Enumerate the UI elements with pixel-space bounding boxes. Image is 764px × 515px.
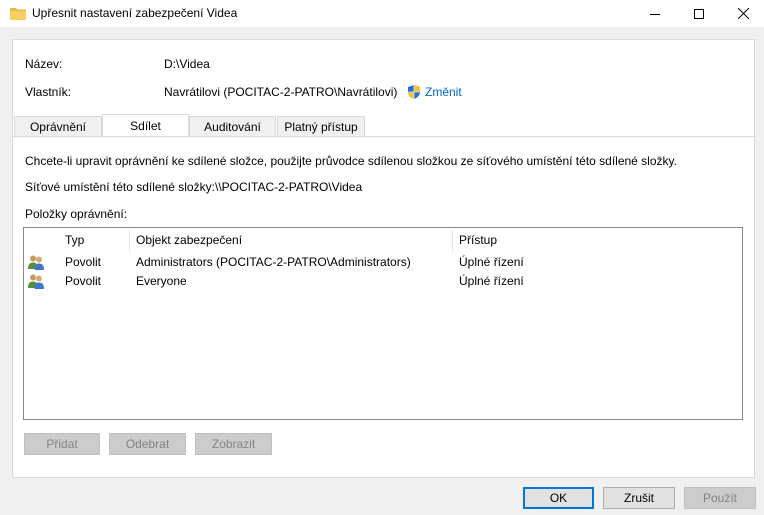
network-location-value: \\POCITAC-2-PATRO\Videa bbox=[215, 180, 363, 194]
column-header-access[interactable]: Přístup bbox=[459, 228, 497, 252]
maximize-icon bbox=[694, 8, 704, 19]
column-header-principal[interactable]: Objekt zabezpečení bbox=[136, 228, 242, 252]
column-separator[interactable] bbox=[452, 230, 453, 252]
tab-label: Platný přístup bbox=[284, 120, 358, 134]
user-group-icon bbox=[28, 274, 44, 289]
tab-label: Auditování bbox=[204, 120, 261, 134]
view-button[interactable]: Zobrazit bbox=[195, 433, 272, 455]
network-location-label: Síťové umístění této sdílené složky: bbox=[25, 180, 215, 194]
permission-entries-list[interactable]: Typ Objekt zabezpečení Přístup Povolit A… bbox=[23, 227, 743, 420]
minimize-button[interactable] bbox=[632, 0, 678, 27]
row-access: Úplné řízení bbox=[459, 255, 524, 269]
name-value: D:\Videa bbox=[164, 57, 210, 71]
change-owner-link[interactable]: Změnit bbox=[406, 84, 462, 100]
table-row[interactable]: Povolit Administrators (POCITAC-2-PATRO\… bbox=[24, 253, 742, 272]
name-label: Název: bbox=[25, 57, 63, 71]
close-button[interactable] bbox=[720, 0, 764, 27]
user-group-icon bbox=[28, 255, 44, 270]
tab-auditing[interactable]: Auditování bbox=[189, 116, 276, 136]
row-principal: Everyone bbox=[136, 274, 187, 288]
column-header-type[interactable]: Typ bbox=[65, 228, 84, 252]
permission-entries-label: Položky oprávnění: bbox=[25, 207, 128, 221]
remove-button[interactable]: Odebrat bbox=[109, 433, 186, 455]
owner-value: Navrátilovi (POCITAC-2-PATRO\Navrátilovi… bbox=[164, 85, 398, 99]
column-separator[interactable] bbox=[129, 230, 130, 252]
row-access: Úplné řízení bbox=[459, 274, 524, 288]
folder-icon bbox=[10, 8, 26, 20]
window-title: Upřesnit nastavení zabezpečení Videa bbox=[32, 6, 238, 20]
ok-button[interactable]: OK bbox=[523, 487, 594, 509]
apply-button[interactable]: Použít bbox=[684, 487, 756, 509]
owner-label: Vlastník: bbox=[25, 85, 72, 99]
table-row[interactable]: Povolit Everyone Úplné řízení bbox=[24, 272, 742, 291]
tab-label: Sdílet bbox=[130, 119, 161, 133]
row-type: Povolit bbox=[65, 274, 102, 288]
maximize-button[interactable] bbox=[676, 0, 722, 27]
uac-shield-icon bbox=[408, 85, 420, 99]
close-icon bbox=[737, 8, 749, 19]
cancel-button[interactable]: Zrušit bbox=[603, 487, 675, 509]
title-bar[interactable]: Upřesnit nastavení zabezpečení Videa bbox=[0, 0, 764, 27]
minimize-icon bbox=[650, 13, 660, 15]
tab-label: Oprávnění bbox=[29, 120, 87, 134]
row-principal: Administrators (POCITAC-2-PATRO\Administ… bbox=[136, 255, 411, 269]
tab-divider bbox=[13, 136, 754, 137]
row-type: Povolit bbox=[65, 255, 102, 269]
tab-permissions[interactable]: Oprávnění bbox=[14, 116, 102, 136]
share-instructions: Chcete-li upravit oprávnění ke sdílené s… bbox=[25, 154, 677, 168]
change-link-label: Změnit bbox=[425, 85, 462, 99]
add-button[interactable]: Přidat bbox=[24, 433, 100, 455]
tab-effective-access[interactable]: Platný přístup bbox=[277, 116, 365, 136]
tab-share[interactable]: Sdílet bbox=[102, 114, 189, 137]
